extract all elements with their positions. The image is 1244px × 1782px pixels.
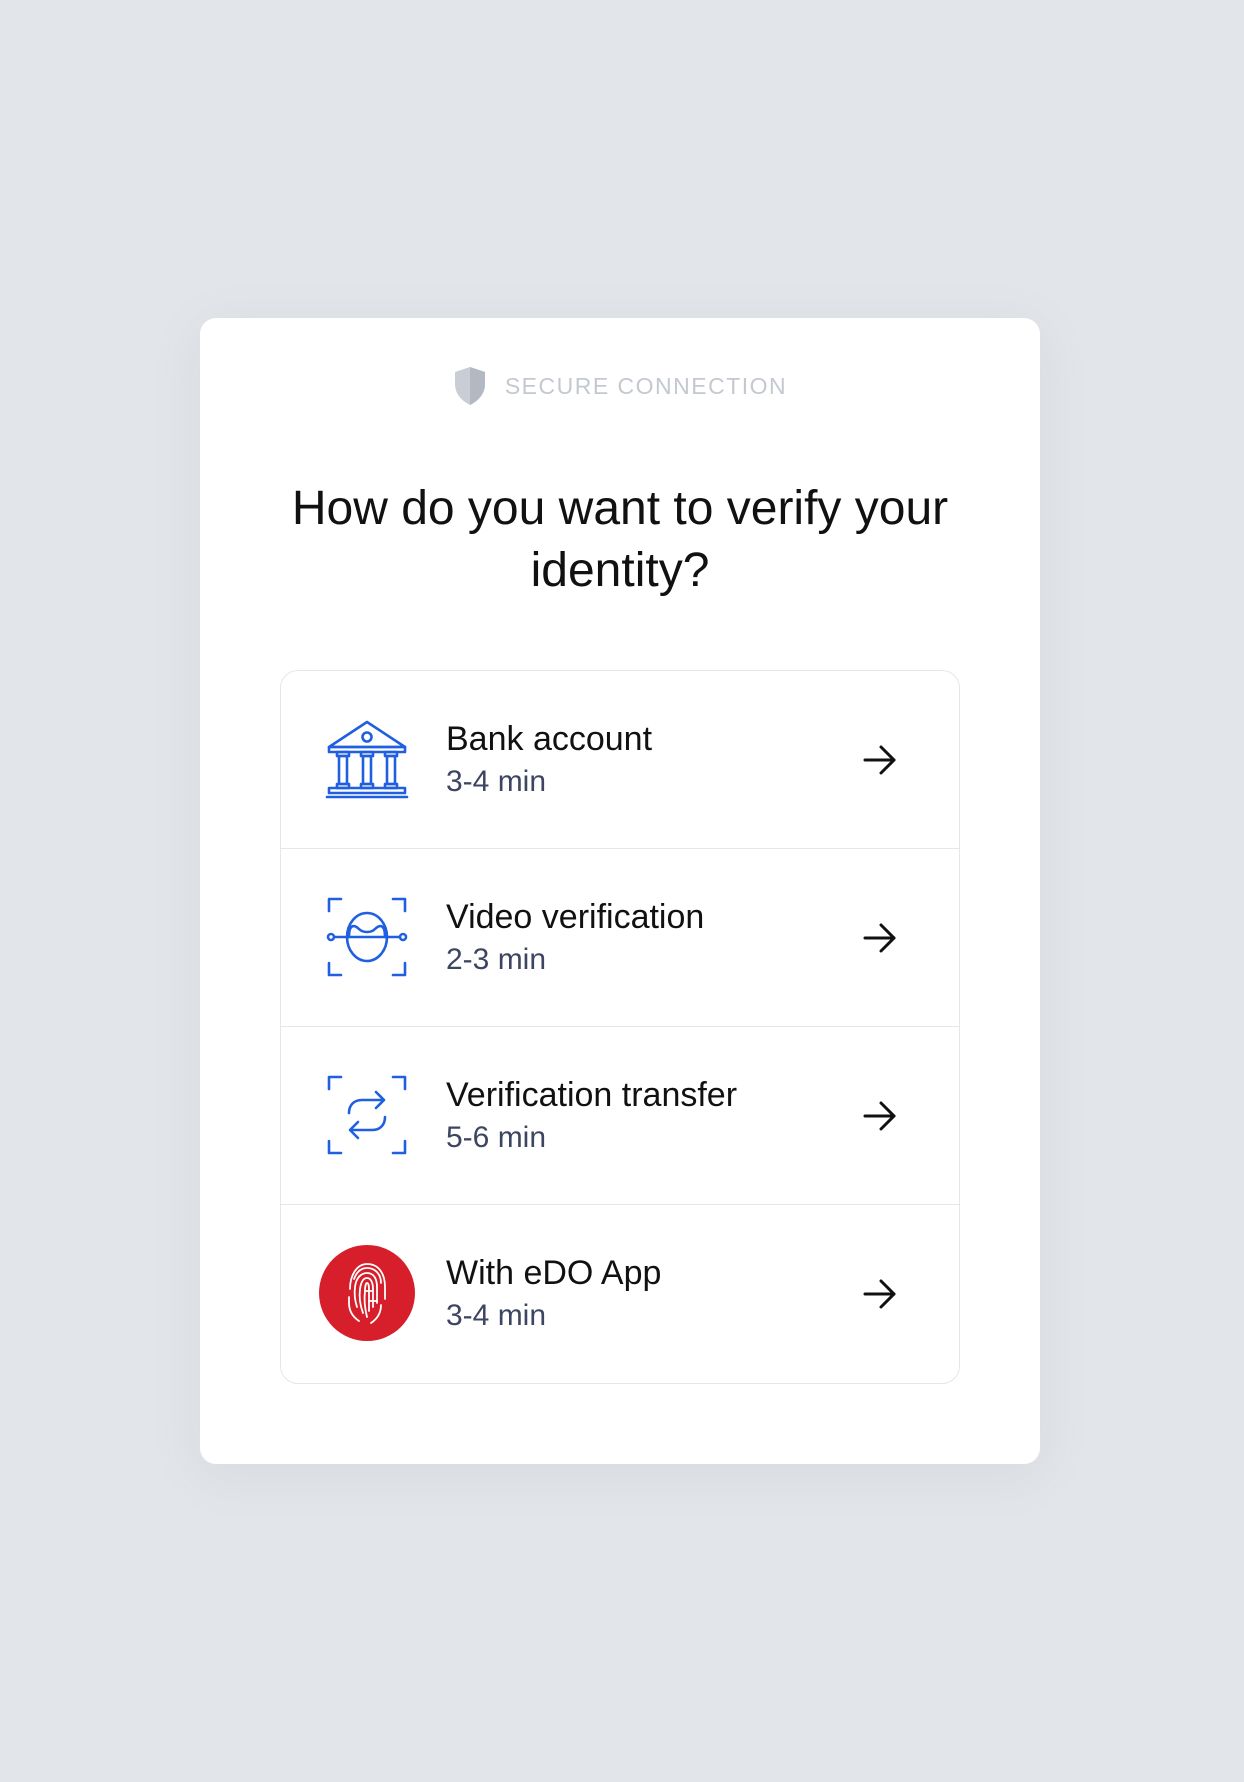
- option-label: Video verification: [446, 898, 705, 936]
- arrow-right-icon: [863, 923, 896, 953]
- transfer-icon: [319, 1067, 415, 1163]
- verification-card: SECURE CONNECTION How do you want to ver…: [200, 318, 1040, 1464]
- option-duration: 3-4 min: [446, 765, 547, 798]
- option-text: Verification transfer 5-6 min: [446, 1075, 737, 1157]
- fingerprint-icon: [319, 1245, 415, 1341]
- option-duration: 3-4 min: [446, 1299, 547, 1332]
- option-text: With eDO App 3-4 min: [446, 1253, 661, 1335]
- option-duration: 5-6 min: [446, 1121, 547, 1154]
- face-scan-icon: [319, 889, 415, 985]
- option-label: Verification transfer: [446, 1076, 738, 1114]
- verification-options-list: Bank account 3-4 min Video verification …: [280, 670, 960, 1384]
- secure-connection-label: SECURE CONNECTION: [504, 372, 788, 399]
- option-video-verification[interactable]: Video verification 2-3 min: [281, 849, 959, 1027]
- arrow-right-icon: [863, 1279, 896, 1309]
- arrow-right-icon: [863, 745, 896, 775]
- page-title: How do you want to verify your identity?: [291, 482, 949, 597]
- option-verification-transfer[interactable]: Verification transfer 5-6 min: [281, 1027, 959, 1205]
- option-text: Video verification 2-3 min: [446, 897, 704, 979]
- secure-connection-banner: SECURE CONNECTION: [200, 366, 1040, 406]
- arrow-right-icon: [863, 1101, 896, 1131]
- bank-icon: [319, 711, 415, 807]
- option-label: With eDO App: [446, 1254, 662, 1292]
- option-text: Bank account 3-4 min: [446, 719, 652, 801]
- option-label: Bank account: [446, 720, 653, 758]
- option-edo-app[interactable]: With eDO App 3-4 min: [281, 1205, 959, 1383]
- shield-icon: [454, 367, 485, 405]
- option-bank-account[interactable]: Bank account 3-4 min: [281, 671, 959, 849]
- option-duration: 2-3 min: [446, 943, 547, 976]
